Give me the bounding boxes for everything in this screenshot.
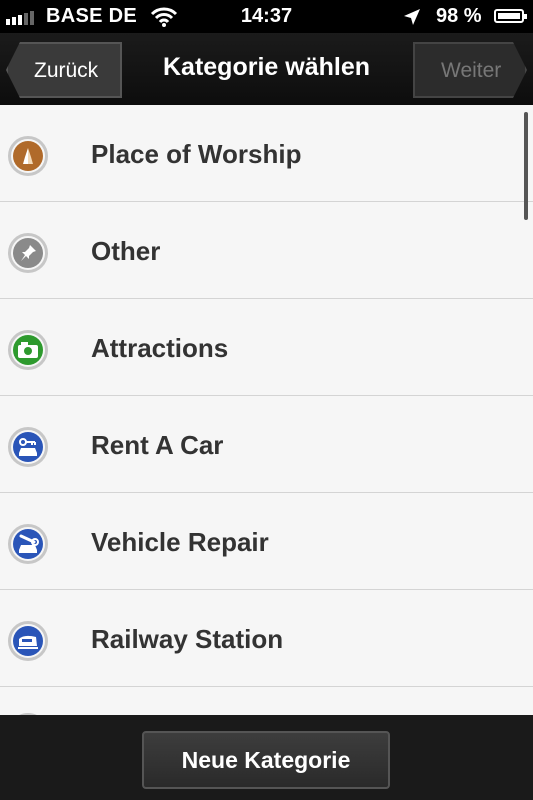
car-key-icon [8,427,48,467]
status-bar: BASE DE 14:37 98 % [0,0,533,33]
category-row-other[interactable]: Other [0,202,533,299]
pin-icon-bg [13,238,43,268]
category-row-attractions[interactable]: Attractions [0,299,533,396]
category-list[interactable]: Place of Worship Other Attractions Rent … [0,105,533,715]
car-key-icon-bg [13,432,43,462]
camera-icon [8,330,48,370]
category-row-partial[interactable] [0,687,533,715]
category-label: Rent A Car [91,430,224,460]
scrollbar[interactable] [524,112,528,220]
category-row-vehicle-repair[interactable]: Vehicle Repair [0,493,533,590]
navigation-bar: Zurück Kategorie wählen Weiter [0,33,533,105]
car-wrench-icon [8,524,48,564]
location-arrow-icon [402,7,422,33]
bottom-toolbar: Neue Kategorie [0,715,533,800]
pin-icon [8,233,48,273]
camera-icon-bg [13,335,43,365]
category-label: Place of Worship [91,139,302,169]
category-row-rent-a-car[interactable]: Rent A Car [0,396,533,493]
battery-icon [494,9,527,23]
train-icon-bg [13,626,43,656]
category-row-place-of-worship[interactable]: Place of Worship [0,105,533,202]
new-category-button[interactable]: Neue Kategorie [142,731,390,789]
category-label: Vehicle Repair [91,527,269,557]
praying-hands-icon [8,136,48,176]
category-label: Attractions [91,333,229,363]
next-button[interactable]: Weiter [413,42,527,98]
praying-hands-icon-bg [13,141,43,171]
next-button-label: Weiter [441,59,502,82]
category-label: Railway Station [91,624,284,654]
car-wrench-icon-bg [13,529,43,559]
category-row-railway-station[interactable]: Railway Station [0,590,533,687]
category-label: Other [91,236,161,266]
train-icon [8,621,48,661]
battery-percentage: 98 % [436,5,482,27]
